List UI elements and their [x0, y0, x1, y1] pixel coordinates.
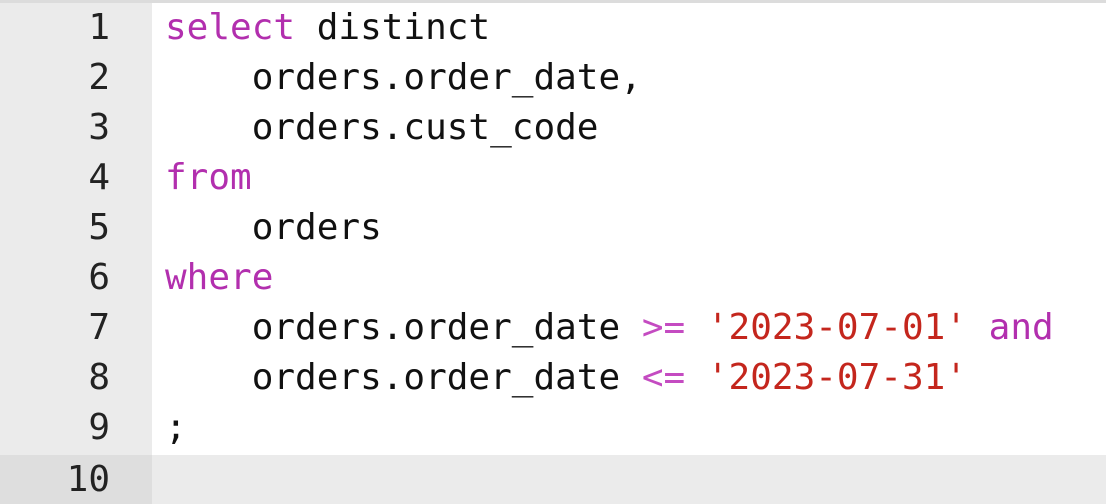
text-token: orders.order_date, [165, 57, 642, 98]
string-token: '2023-07-01' [706, 307, 967, 348]
operator-token: <= [641, 357, 686, 398]
keyword-token: where [165, 257, 274, 298]
text-token: orders.cust_code [165, 107, 599, 148]
operator-token: >= [641, 307, 686, 348]
code-line[interactable]: 3 orders.cust_code [0, 103, 1106, 153]
line-number: 8 [88, 357, 110, 398]
line-content[interactable]: orders.cust_code [165, 103, 599, 153]
string-token: '2023-07-31' [706, 357, 967, 398]
line-content[interactable]: where [165, 253, 273, 303]
code-line[interactable]: 7 orders.order_date >= '2023-07-01' and [0, 303, 1106, 353]
line-number: 3 [88, 107, 110, 148]
keyword-token: select [165, 7, 296, 48]
text-token: distinct [295, 7, 491, 48]
code-line[interactable]: 5 orders [0, 203, 1106, 253]
line-content[interactable]: orders.order_date >= '2023-07-01' and [165, 303, 1054, 353]
code-line[interactable]: 4 from [0, 153, 1106, 203]
keyword-token: and [988, 307, 1054, 348]
text-token: orders.order_date [165, 357, 642, 398]
line-content[interactable]: select distinct [165, 3, 490, 53]
line-content[interactable]: from [165, 153, 252, 203]
keyword-token: from [165, 157, 252, 198]
code-editor[interactable]: 1 select distinct 2 orders.order_date, 3 or… [0, 0, 1106, 504]
code-line[interactable]: 6 where [0, 253, 1106, 303]
text-token: orders.order_date [165, 307, 642, 348]
code-line[interactable]: 10 [0, 455, 1106, 504]
code-line[interactable]: 1 select distinct [0, 3, 1106, 53]
line-number: 9 [88, 407, 110, 448]
line-number: 6 [88, 257, 110, 298]
line-content[interactable]: orders [165, 203, 382, 253]
line-content[interactable]: orders.order_date <= '2023-07-31' [165, 353, 967, 403]
text-token: orders [165, 207, 382, 248]
line-number: 2 [88, 57, 110, 98]
line-content[interactable]: ; [165, 403, 187, 453]
line-content[interactable]: orders.order_date, [165, 53, 642, 103]
line-number: 7 [88, 307, 110, 348]
line-number: 5 [88, 207, 110, 248]
code-line[interactable]: 2 orders.order_date, [0, 53, 1106, 103]
line-number: 1 [88, 7, 110, 48]
line-number: 4 [88, 157, 110, 198]
text-token: ; [165, 407, 187, 448]
code-line[interactable]: 8 orders.order_date <= '2023-07-31' [0, 353, 1106, 403]
code-line[interactable]: 9; [0, 403, 1106, 453]
line-number: 10 [66, 459, 110, 500]
